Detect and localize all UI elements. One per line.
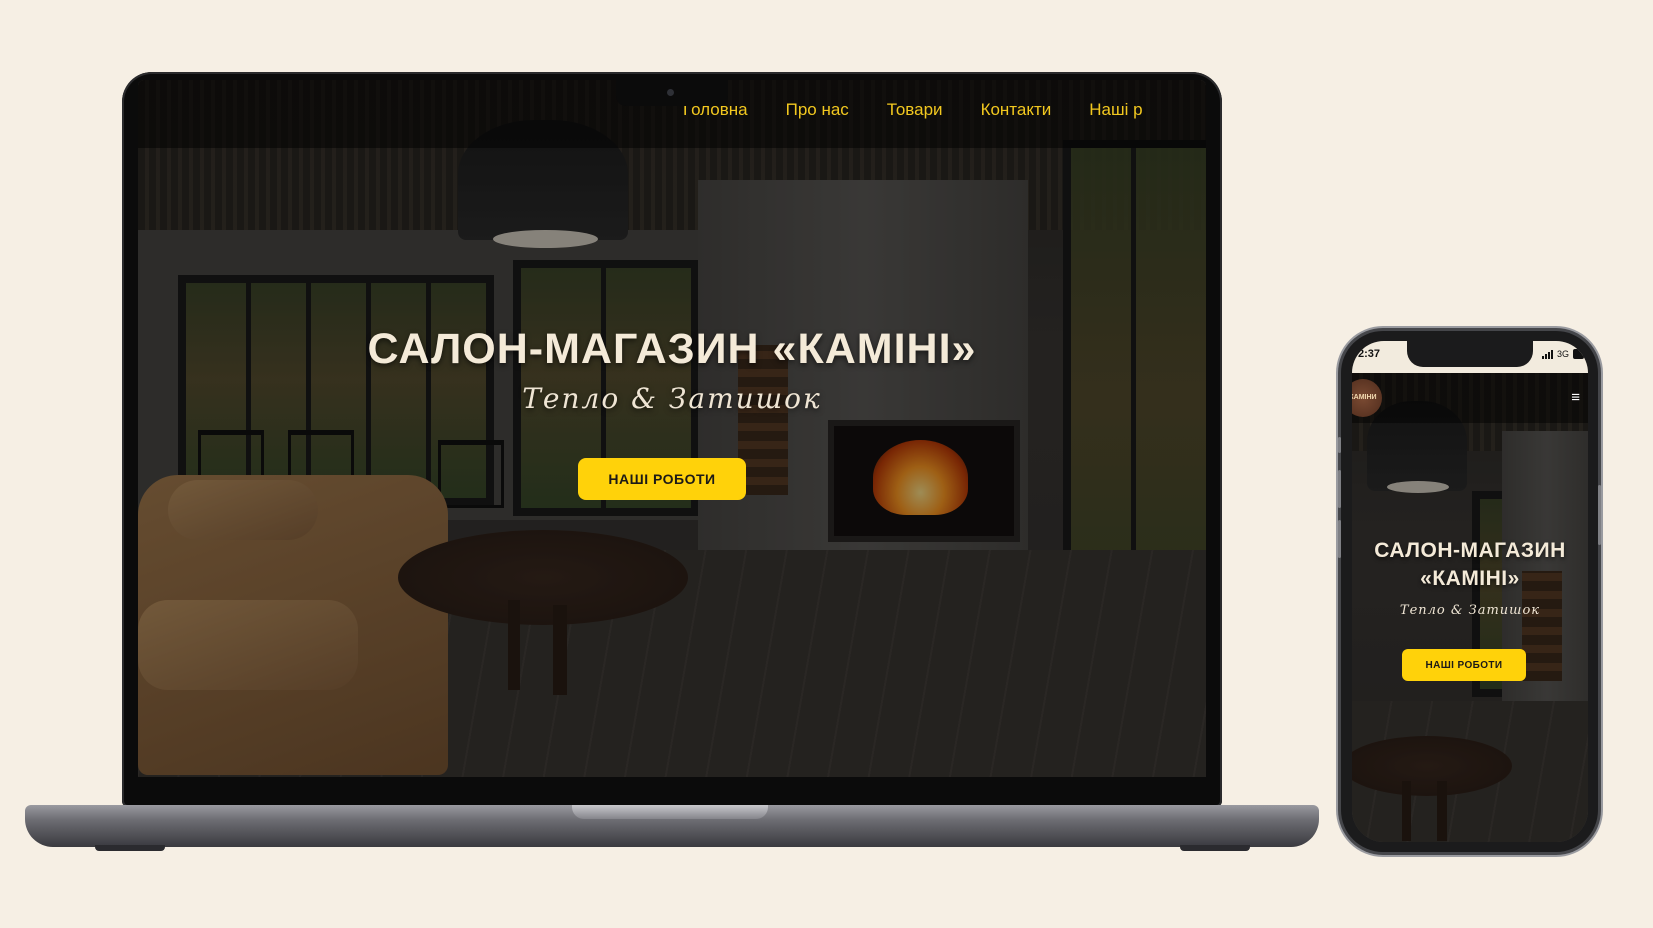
hero-background-image <box>138 80 1206 777</box>
nav-contacts[interactable]: Контакти <box>981 100 1052 120</box>
desktop-site: Головна Про нас Товари Контакти Наші р С… <box>138 80 1206 777</box>
mobile-hero-title-line1: САЛОН-МАГАЗИН <box>1374 539 1566 562</box>
mobile-site: 2:37 3G КАМІНИ ≡ САЛОН-МАГАЗИН «КАМІНІ» … <box>1352 341 1588 842</box>
mobile-header <box>1352 373 1588 423</box>
camera-icon <box>667 89 674 96</box>
mobile-our-works-button[interactable]: НАШІ РОБОТИ <box>1402 649 1526 681</box>
signal-icon <box>1541 349 1553 359</box>
nav-products[interactable]: Товари <box>887 100 943 120</box>
our-works-button[interactable]: НАШІ РОБОТИ <box>578 458 746 500</box>
network-label: 3G <box>1556 349 1569 359</box>
mobile-hero-title: САЛОН-МАГАЗИН «КАМІНІ» <box>1352 537 1588 593</box>
mobile-hero-subtitle: Тепло & Затишок <box>1399 603 1541 618</box>
hero-title: САЛОН-МАГАЗИН «КАМІНІ» <box>367 325 977 373</box>
phone-side-button <box>1338 520 1341 558</box>
phone-notch <box>1407 341 1533 367</box>
battery-icon <box>1573 349 1584 359</box>
laptop-base-lip <box>572 805 768 819</box>
main-nav: Головна Про нас Товари Контакти Наші р <box>683 100 1143 120</box>
phone-side-button <box>1338 437 1341 453</box>
laptop-foot <box>95 845 165 851</box>
laptop-foot <box>1180 845 1250 851</box>
hamburger-menu-icon[interactable]: ≡ <box>1571 390 1580 405</box>
status-time: 2:37 <box>1358 348 1381 360</box>
phone-side-button <box>1598 485 1601 545</box>
nav-works[interactable]: Наші р <box>1089 100 1142 120</box>
mobile-hero-title-line2: «КАМІНІ» <box>1420 567 1520 590</box>
status-indicators: 3G <box>1541 349 1584 359</box>
phone-side-button <box>1338 470 1341 508</box>
nav-about[interactable]: Про нас <box>786 100 849 120</box>
hero-subtitle: Тепло & Затишок <box>522 382 822 415</box>
